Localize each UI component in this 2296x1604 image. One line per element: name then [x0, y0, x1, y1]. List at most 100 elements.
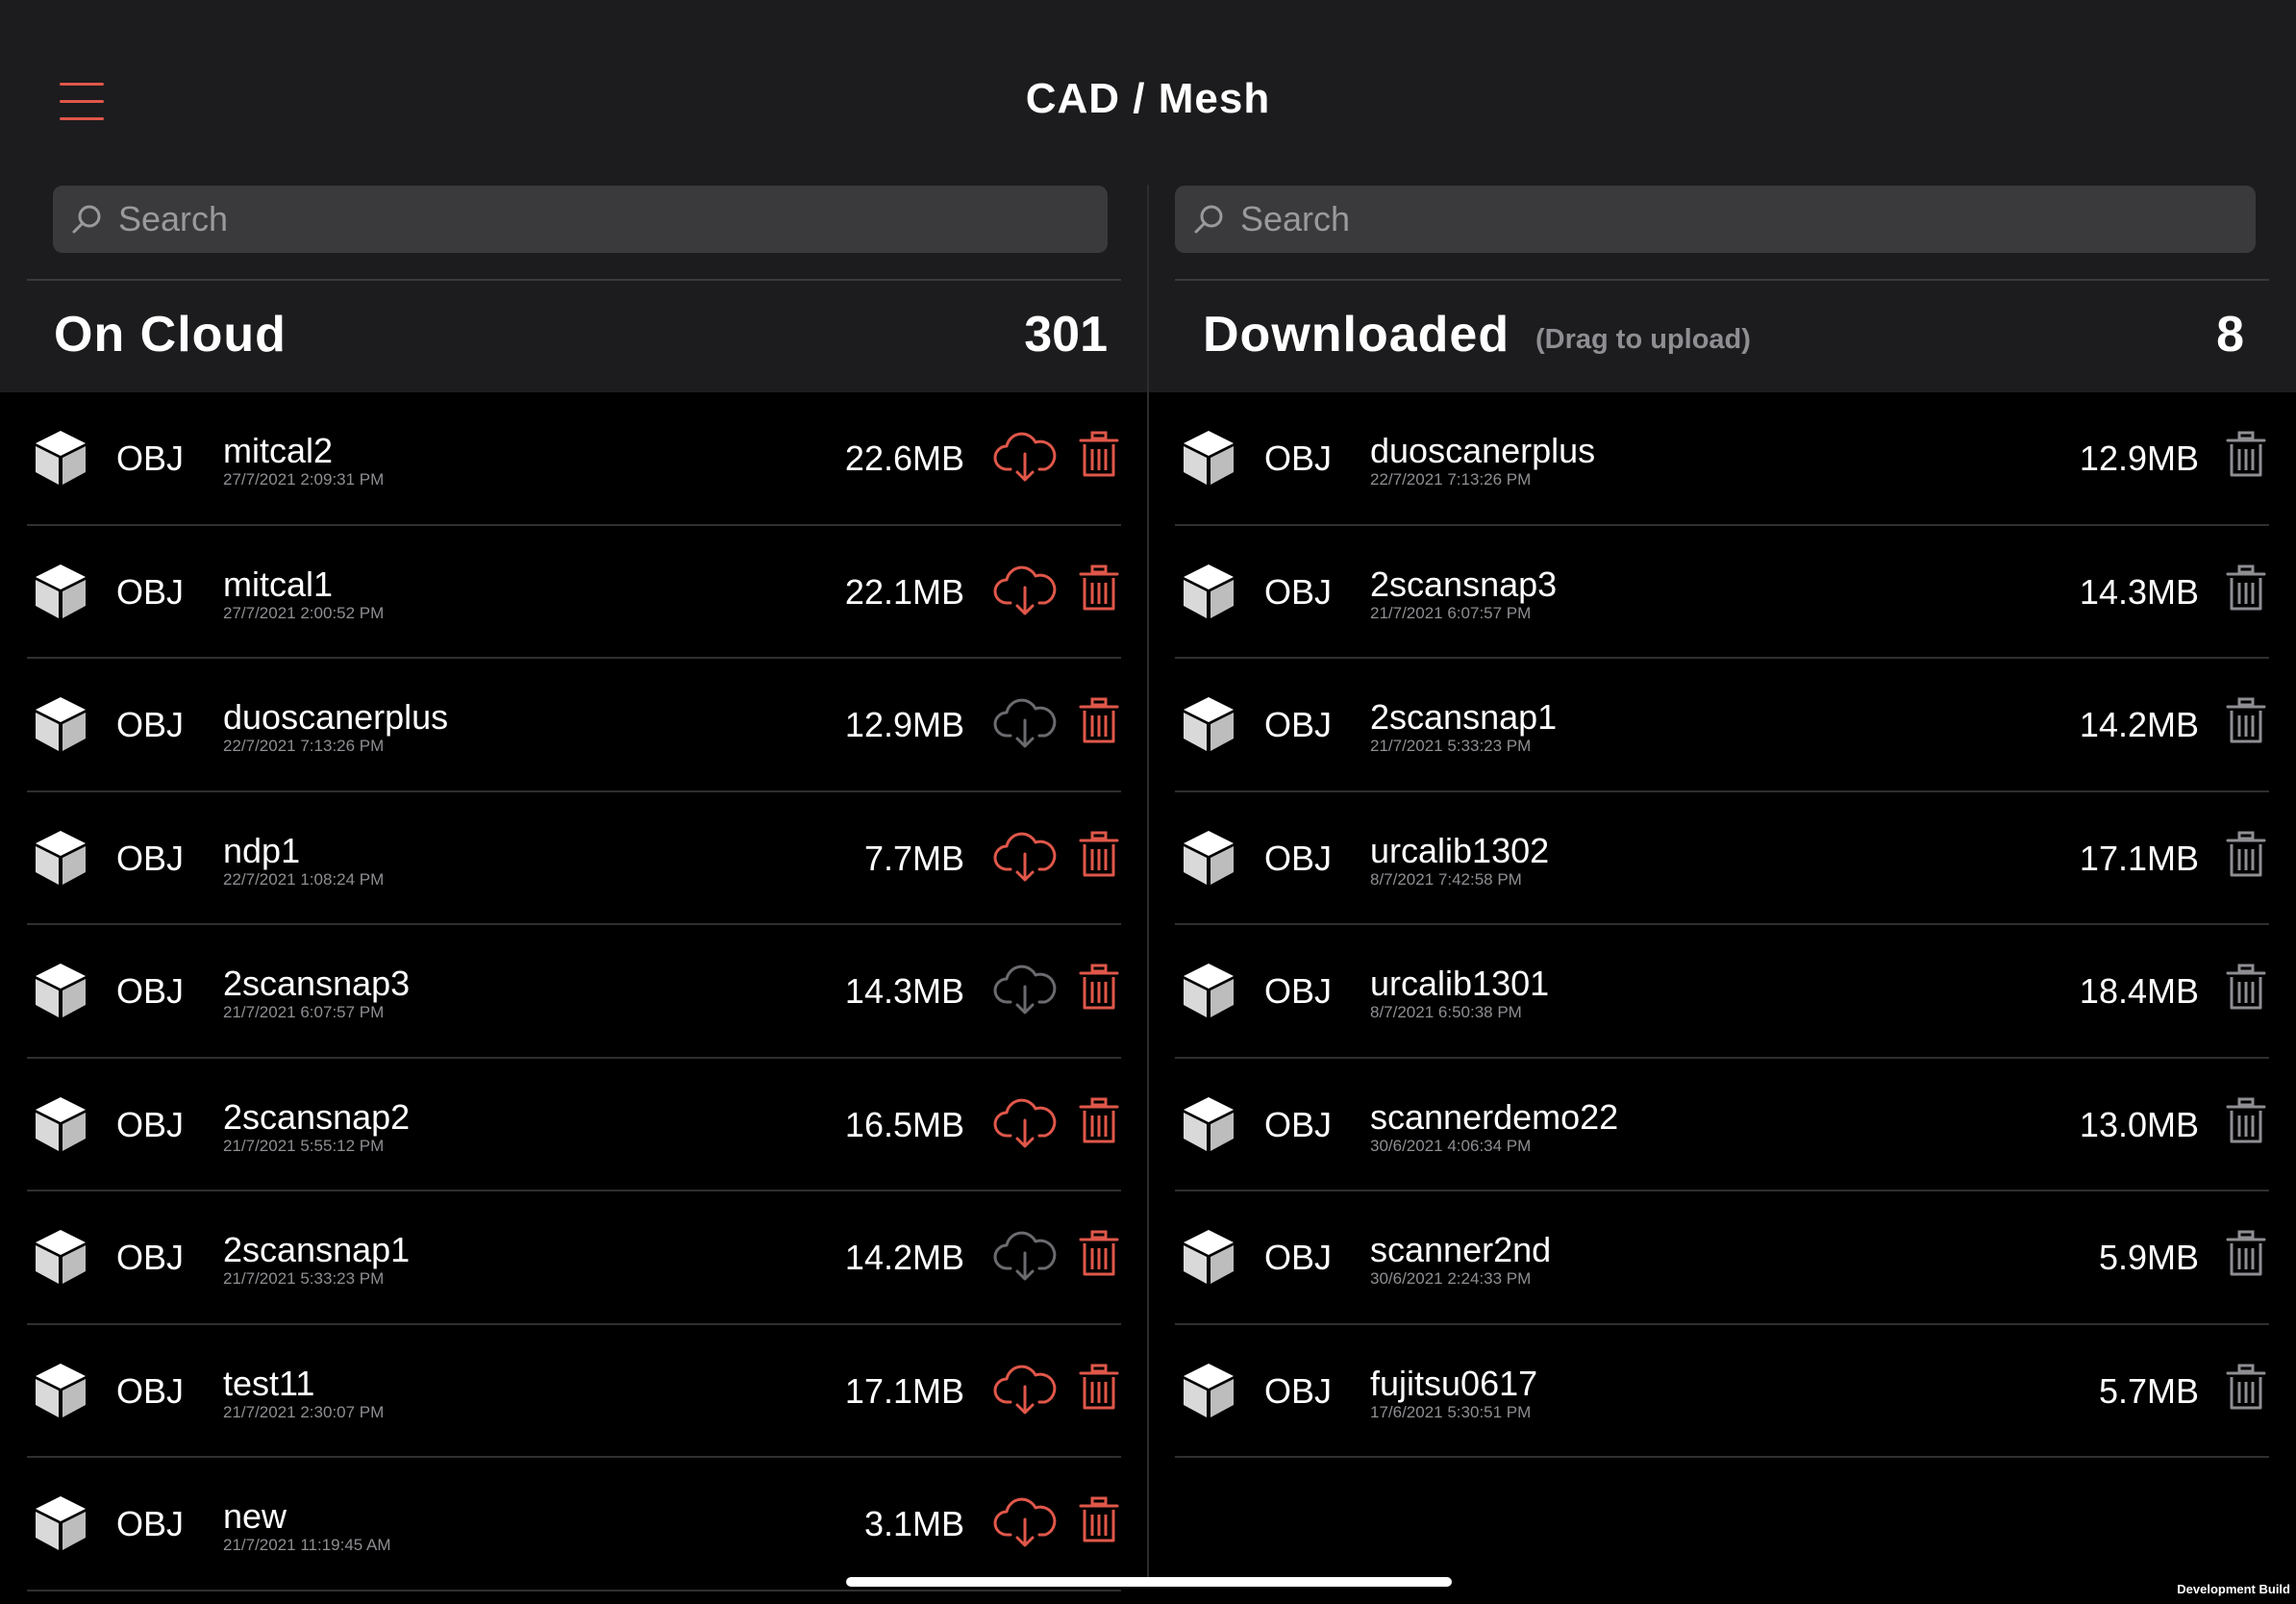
file-date: 27/7/2021 2:00:52 PM — [223, 603, 385, 622]
file-size: 12.9MB — [2079, 439, 2199, 478]
file-date: 17/6/2021 5:30:51 PM — [1370, 1402, 1532, 1421]
file-format-label: OBJ — [1264, 971, 1333, 1011]
trash-icon[interactable] — [2226, 831, 2266, 884]
cube-icon — [1181, 962, 1236, 1024]
file-name: duoscanerplus — [223, 697, 449, 737]
cloud-download-icon[interactable] — [993, 697, 1057, 756]
file-size: 22.1MB — [844, 571, 964, 612]
file-date: 21/7/2021 6:07:57 PM — [1370, 603, 1532, 622]
downloaded-search-box[interactable] — [1175, 186, 2256, 253]
file-name: test11 — [223, 1363, 315, 1403]
cube-icon — [1181, 829, 1236, 891]
file-date: 21/7/2021 5:33:23 PM — [1370, 737, 1532, 755]
file-date: 22/7/2021 1:08:24 PM — [223, 869, 385, 889]
cloud-download-icon[interactable] — [993, 1230, 1057, 1289]
file-name: ndp1 — [223, 830, 301, 870]
file-size: 13.0MB — [2079, 1104, 2199, 1144]
cube-icon — [1181, 429, 1236, 491]
downloaded-file-row[interactable]: OBJ urcalib1301 8/7/2021 6:50:38 PM 18.4MB — [1175, 925, 2269, 1059]
cloud-file-list: OBJ mitcal2 27/7/2021 2:09:31 PM 22.6MB OBJ… — [27, 392, 1121, 1591]
cloud-file-row[interactable]: OBJ mitcal2 27/7/2021 2:09:31 PM 22.6MB — [27, 392, 1121, 526]
file-size: 3.1MB — [863, 1504, 964, 1543]
file-date: 22/7/2021 7:13:26 PM — [223, 737, 385, 755]
cloud-file-row[interactable]: OBJ 2scansnap2 21/7/2021 5:55:12 PM 16.5MB — [27, 1059, 1121, 1191]
cloud-download-icon[interactable] — [993, 431, 1057, 489]
cloud-file-row[interactable]: OBJ 2scansnap1 21/7/2021 5:33:23 PM 14.2MB — [27, 1191, 1121, 1325]
development-build-label: Development Build — [2177, 1582, 2290, 1596]
cloud-file-row[interactable]: OBJ 2scansnap3 21/7/2021 6:07:57 PM 14.3MB — [27, 925, 1121, 1059]
cloud-download-icon[interactable] — [993, 1496, 1057, 1555]
trash-icon[interactable] — [1079, 964, 1119, 1016]
downloaded-file-row[interactable]: OBJ scanner2nd 30/6/2021 2:24:33 PM 5.9MB — [1175, 1191, 2269, 1325]
file-format-label: OBJ — [116, 705, 185, 744]
file-format-label: OBJ — [1264, 439, 1333, 478]
downloaded-file-row[interactable]: OBJ 2scansnap3 21/7/2021 6:07:57 PM 14.3MB — [1175, 526, 2269, 659]
trash-icon[interactable] — [2226, 964, 2266, 1016]
cloud-download-icon[interactable] — [993, 1364, 1057, 1422]
downloaded-search-input[interactable] — [1240, 199, 2106, 239]
file-size: 22.6MB — [844, 439, 964, 478]
cube-icon — [33, 1362, 88, 1424]
cloud-file-row[interactable]: OBJ duoscanerplus 22/7/2021 7:13:26 PM 12.9… — [27, 659, 1121, 792]
file-name: 2scansnap2 — [223, 1096, 411, 1137]
trash-icon[interactable] — [2226, 431, 2266, 484]
trash-icon[interactable] — [1079, 564, 1119, 617]
file-name: new — [223, 1496, 287, 1536]
cube-icon — [33, 1095, 88, 1158]
cloud-file-row[interactable]: OBJ mitcal1 27/7/2021 2:00:52 PM 22.1MB — [27, 526, 1121, 659]
file-size: 5.9MB — [2098, 1238, 2199, 1277]
home-indicator[interactable] — [846, 1577, 1452, 1587]
cloud-file-row[interactable]: OBJ new 21/7/2021 11:19:45 AM 3.1MB — [27, 1458, 1121, 1591]
downloaded-file-row[interactable]: OBJ fujitsu0617 17/6/2021 5:30:51 PM 5.7MB — [1175, 1325, 2269, 1458]
file-name: urcalib1302 — [1370, 830, 1550, 870]
trash-icon[interactable] — [1079, 697, 1119, 750]
file-size: 7.7MB — [863, 838, 964, 878]
downloaded-file-row[interactable]: OBJ urcalib1302 8/7/2021 7:42:58 PM 17.1MB — [1175, 792, 2269, 925]
trash-icon[interactable] — [2226, 697, 2266, 750]
trash-icon[interactable] — [1079, 831, 1119, 884]
file-format-label: OBJ — [116, 838, 185, 878]
cloud-download-icon[interactable] — [993, 1097, 1057, 1156]
trash-icon[interactable] — [2226, 564, 2266, 617]
downloaded-file-row[interactable]: OBJ scannerdemo22 30/6/2021 4:06:34 PM 13.0… — [1175, 1059, 2269, 1191]
file-date: 21/7/2021 2:30:07 PM — [223, 1402, 385, 1421]
on-cloud-count: 301 — [1024, 307, 1108, 363]
downloaded-file-row[interactable]: OBJ duoscanerplus 22/7/2021 7:13:26 PM 12.9… — [1175, 392, 2269, 526]
file-date: 22/7/2021 7:13:26 PM — [1370, 470, 1532, 489]
trash-icon[interactable] — [1079, 431, 1119, 484]
downloaded-file-row[interactable]: OBJ 2scansnap1 21/7/2021 5:33:23 PM 14.2MB — [1175, 659, 2269, 792]
cloud-file-row[interactable]: OBJ ndp1 22/7/2021 1:08:24 PM 7.7MB — [27, 792, 1121, 925]
cloud-download-icon[interactable] — [993, 564, 1057, 623]
file-date: 21/7/2021 11:19:45 AM — [223, 1536, 391, 1554]
file-size: 14.2MB — [2079, 705, 2199, 744]
file-name: scanner2nd — [1370, 1230, 1552, 1269]
trash-icon[interactable] — [1079, 1230, 1119, 1283]
cloud-download-icon[interactable] — [993, 831, 1057, 890]
file-date: 27/7/2021 2:09:31 PM — [223, 470, 385, 489]
trash-icon[interactable] — [2226, 1364, 2266, 1416]
file-format-label: OBJ — [1264, 1104, 1333, 1144]
trash-icon[interactable] — [1079, 1364, 1119, 1416]
trash-icon[interactable] — [2226, 1097, 2266, 1150]
trash-icon[interactable] — [1079, 1097, 1119, 1150]
cube-icon — [33, 1494, 88, 1557]
file-format-label: OBJ — [116, 1238, 185, 1277]
divider — [1175, 279, 2269, 281]
file-size: 12.9MB — [844, 705, 964, 744]
file-size: 18.4MB — [2079, 971, 2199, 1011]
file-size: 14.3MB — [844, 971, 964, 1011]
trash-icon[interactable] — [2226, 1230, 2266, 1283]
file-name: fujitsu0617 — [1370, 1363, 1538, 1403]
cube-icon — [33, 695, 88, 758]
file-size: 17.1MB — [844, 1370, 964, 1411]
file-format-label: OBJ — [116, 1504, 185, 1543]
cloud-search-input[interactable] — [118, 199, 962, 239]
file-format-label: OBJ — [1264, 1238, 1333, 1277]
cloud-download-icon[interactable] — [993, 964, 1057, 1022]
cloud-file-row[interactable]: OBJ test11 21/7/2021 2:30:07 PM 17.1MB — [27, 1325, 1121, 1458]
trash-icon[interactable] — [1079, 1496, 1119, 1549]
file-format-label: OBJ — [116, 971, 185, 1011]
cloud-search-box[interactable] — [53, 186, 1108, 253]
file-format-label: OBJ — [116, 1104, 185, 1144]
downloaded-file-list: OBJ duoscanerplus 22/7/2021 7:13:26 PM 12.9… — [1175, 392, 2269, 1458]
